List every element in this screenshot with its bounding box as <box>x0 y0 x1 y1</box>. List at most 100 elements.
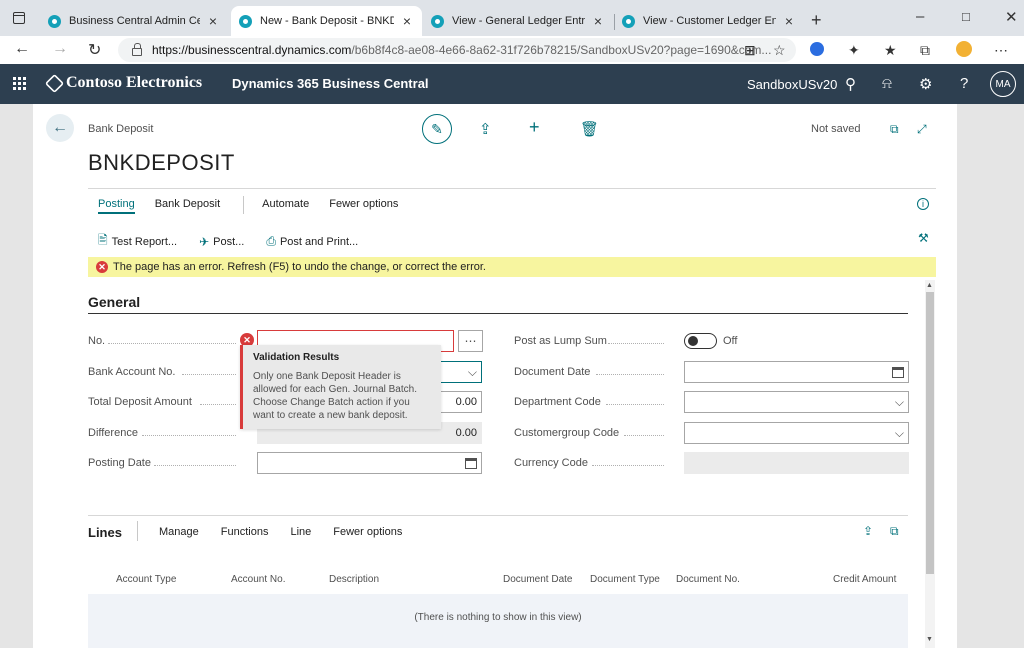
posting-date-label: Posting Date <box>88 457 151 469</box>
post-as-lump-sum-toggle[interactable] <box>684 333 717 349</box>
customergroup-code-field[interactable]: ⌵ <box>684 422 909 444</box>
browser-tab-customer-entries[interactable]: View - Customer Ledger Entries × <box>614 6 804 36</box>
new-tab-button[interactable]: + <box>811 10 822 31</box>
open-new-window-icon[interactable]: ⧉ <box>890 122 899 137</box>
label-leader <box>154 465 236 466</box>
tab-close-icon[interactable]: × <box>591 13 605 29</box>
col-document-no[interactable]: Document No. <box>676 574 740 585</box>
app-header: Contoso Electronics Dynamics 365 Busines… <box>0 64 1024 104</box>
validation-tooltip: Validation Results Only one Bank Deposit… <box>240 345 441 429</box>
posting-date-field[interactable] <box>257 452 482 474</box>
edit-pencil-icon[interactable]: ✎ <box>422 114 452 144</box>
business-central-favicon-icon <box>622 14 635 28</box>
test-report-button[interactable]: 🖹︎ Test Report... <box>98 231 177 252</box>
general-section-title[interactable]: General <box>88 294 140 310</box>
tab-close-icon[interactable]: × <box>206 13 220 29</box>
scrollbar-thumb[interactable] <box>926 292 934 574</box>
post-button[interactable]: ✈︎ Post... <box>199 231 244 252</box>
post-and-print-button[interactable]: ⎙ Post and Print... <box>266 231 358 252</box>
lines-manage-menu[interactable]: Manage <box>159 526 199 538</box>
action-bar: Posting Bank Deposit Automate Fewer opti… <box>98 198 418 214</box>
more-icon[interactable]: ⋯ <box>994 42 1008 59</box>
url-field[interactable]: https://businesscentral.dynamics.com/b6b… <box>118 38 796 62</box>
lines-fewer-options-link[interactable]: Fewer options <box>333 526 402 538</box>
col-description[interactable]: Description <box>329 574 379 585</box>
settings-gear-icon[interactable]: ⚙ <box>919 75 932 93</box>
window-close-icon[interactable]: ✕ <box>1005 8 1018 26</box>
pizza-extension-icon[interactable] <box>956 41 972 57</box>
extensions-icon[interactable]: ✦ <box>848 42 860 59</box>
delete-trash-icon[interactable]: 🗑︎ <box>580 120 599 138</box>
document-date-field[interactable] <box>684 361 909 383</box>
business-central-favicon-icon <box>48 14 61 28</box>
assist-edit-button[interactable]: ⋯ <box>458 330 483 352</box>
collapse-icon[interactable]: ⤢ <box>917 122 927 137</box>
label-leader <box>182 374 236 375</box>
label-leader <box>108 343 236 344</box>
profile-extension-icon[interactable] <box>810 42 824 56</box>
scroll-down-icon[interactable]: ▼ <box>926 636 933 643</box>
back-icon[interactable]: ← <box>14 40 30 58</box>
difference-label: Difference <box>88 427 138 439</box>
test-report-icon: 🖹︎ <box>98 233 108 247</box>
calendar-icon[interactable] <box>465 457 477 469</box>
tab-automate[interactable]: Automate <box>262 198 309 214</box>
lines-line-menu[interactable]: Line <box>290 526 311 538</box>
user-avatar[interactable]: MA <box>990 71 1016 97</box>
chevron-down-icon: ⌵ <box>467 364 477 379</box>
col-account-no[interactable]: Account No. <box>231 574 285 585</box>
page-caption: Bank Deposit <box>88 123 154 135</box>
browser-tab-admin-center[interactable]: Business Central Admin Center × <box>40 6 228 36</box>
calendar-icon[interactable] <box>892 366 904 378</box>
tab-bank-deposit[interactable]: Bank Deposit <box>155 198 220 214</box>
error-banner: ✕ The page has an error. Refresh (F5) to… <box>88 257 936 277</box>
favorites-icon[interactable]: ★ <box>884 42 897 59</box>
error-icon: ✕ <box>96 261 108 273</box>
col-document-type[interactable]: Document Type <box>590 574 660 585</box>
validation-message: Only one Bank Deposit Header is allowed … <box>253 371 417 421</box>
app-launcher-icon[interactable] <box>13 77 26 90</box>
business-central-favicon-icon <box>431 14 444 28</box>
help-icon[interactable]: ? <box>960 75 968 92</box>
pin-icon[interactable]: ⚒ <box>918 231 929 245</box>
minimize-icon[interactable]: – <box>916 8 924 25</box>
fewer-options-link[interactable]: Fewer options <box>329 198 398 214</box>
lines-share-icon[interactable]: ⇪ <box>863 524 873 538</box>
lines-empty-row: (There is nothing to show in this view) <box>88 594 908 648</box>
lines-expand-icon[interactable]: ⧉ <box>890 524 899 539</box>
window-menu-icon[interactable] <box>13 12 25 24</box>
page-title: BNKDEPOSIT <box>88 150 235 175</box>
apps-icon[interactable]: ⊞ <box>744 42 756 59</box>
maximize-icon[interactable]: □ <box>962 9 970 24</box>
department-code-field[interactable]: ⌵ <box>684 391 909 413</box>
total-deposit-amount-label: Total Deposit Amount <box>88 396 192 408</box>
brand-name[interactable]: Contoso Electronics <box>66 74 202 92</box>
info-icon[interactable]: i <box>917 198 929 210</box>
new-plus-icon[interactable]: + <box>529 117 540 138</box>
collections-icon[interactable]: ⧉ <box>920 42 930 59</box>
bank-account-no-label: Bank Account No. <box>88 366 176 378</box>
browser-tab-bank-deposit[interactable]: New - Bank Deposit - BNKDEPOSIT × <box>231 6 422 36</box>
notification-bell-icon[interactable]: ⍾ <box>882 75 892 92</box>
post-label: Post... <box>213 235 245 248</box>
forward-icon[interactable]: → <box>52 40 68 58</box>
back-arrow-icon[interactable]: ← <box>46 114 74 142</box>
label-leader <box>142 435 236 436</box>
tab-posting[interactable]: Posting <box>98 198 135 214</box>
url-path: /b6b8f4c8-ae08-4e66-8a62-31f726b78215/Sa… <box>351 43 772 57</box>
lines-title[interactable]: Lines <box>88 525 122 540</box>
col-document-date[interactable]: Document Date <box>503 574 572 585</box>
search-icon[interactable]: ⚲ <box>845 75 856 93</box>
col-credit-amount[interactable]: Credit Amount <box>833 574 896 585</box>
browser-tab-strip: Business Central Admin Center × New - Ba… <box>0 0 1024 36</box>
refresh-icon[interactable]: ↻ <box>88 40 101 60</box>
col-account-type[interactable]: Account Type <box>116 574 176 585</box>
tab-close-icon[interactable]: × <box>782 13 796 29</box>
browser-tab-gl-entries[interactable]: View - General Ledger Entries - × <box>423 6 613 36</box>
lines-functions-menu[interactable]: Functions <box>221 526 269 538</box>
scroll-up-icon[interactable]: ▲ <box>926 282 933 289</box>
favorite-star-icon[interactable]: ☆ <box>773 42 786 59</box>
tab-close-icon[interactable]: × <box>400 13 414 29</box>
share-icon[interactable]: ⇪ <box>479 120 492 138</box>
toggle-state: Off <box>723 335 738 347</box>
